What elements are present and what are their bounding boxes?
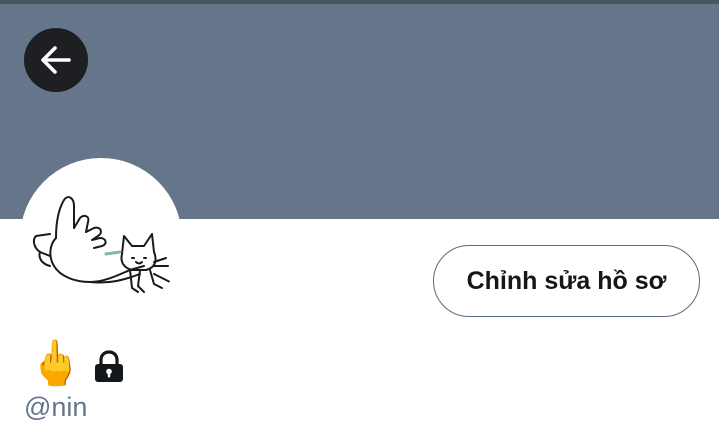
display-name: 🖕 (28, 339, 83, 388)
avatar[interactable] (20, 158, 182, 320)
display-name-row: 🖕 (28, 336, 125, 392)
back-button[interactable] (24, 28, 88, 92)
edit-profile-button[interactable]: Chỉnh sửa hồ sơ (433, 245, 700, 317)
avatar-drawing (32, 196, 171, 293)
arrow-left-icon (39, 43, 73, 77)
lock-icon (93, 350, 125, 384)
user-handle: @nin (24, 392, 88, 422)
